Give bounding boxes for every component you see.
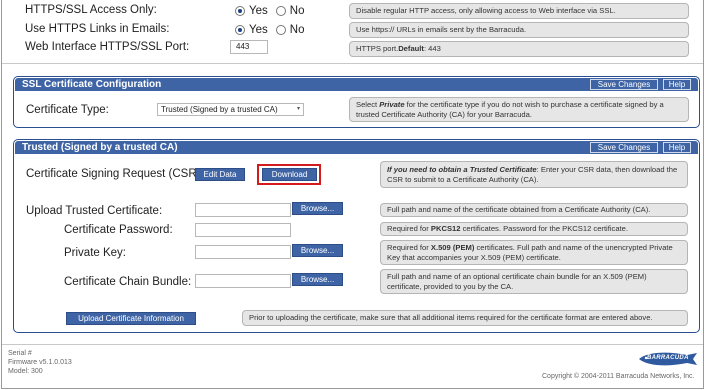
ssl-config-section: SSL Certificate Configuration Save Chang… xyxy=(13,76,700,128)
csr-label: Certificate Signing Request (CSR): xyxy=(26,168,204,180)
ssl-only-help: Disable regular HTTP access, only allowi… xyxy=(349,3,689,19)
barracuda-logo: BARRACUDA xyxy=(637,350,699,368)
upload-cert-help-text: Full path and name of the certificate ob… xyxy=(387,205,651,214)
ssl-only-help-text: Disable regular HTTP access, only allowi… xyxy=(356,6,616,15)
chain-bundle-input[interactable] xyxy=(195,274,291,288)
private-key-help-em: X.509 (PEM) xyxy=(430,242,475,252)
links-help-text: Use https:// URLs in emails sent by the … xyxy=(356,25,527,34)
logo-text: BARRACUDA xyxy=(647,355,689,361)
top-divider xyxy=(2,63,703,64)
links-no-label: No xyxy=(289,24,305,36)
csr-help-text: If you need to obtain a Trusted Certific… xyxy=(387,165,681,185)
port-label: Web Interface HTTPS/SSL Port: xyxy=(25,41,190,53)
port-help-prefix: HTTPS port. xyxy=(356,44,399,53)
cert-password-help-post: certificates. Password for the PKCS12 ce… xyxy=(460,224,629,233)
cert-password-help: Required for PKCS12 certificates. Passwo… xyxy=(380,222,688,236)
cert-type-help-em: Private xyxy=(379,99,405,109)
cert-type-help-pre: Select xyxy=(356,99,380,109)
upload-certificate-information-button[interactable]: Upload Certificate Information xyxy=(66,312,196,325)
chain-bundle-label: Certificate Chain Bundle: xyxy=(64,276,192,288)
port-input[interactable]: 443 xyxy=(230,40,268,54)
trusted-save-button[interactable]: Save Changes xyxy=(590,142,658,153)
links-help: Use https:// URLs in emails sent by the … xyxy=(349,22,689,38)
ssl-only-yes-radio[interactable] xyxy=(235,6,245,16)
copyright-text: Copyright © 2004-2011 Barracuda Networks… xyxy=(542,373,695,380)
private-key-help-text: Required for X.509 (PEM) certificates. F… xyxy=(387,243,681,263)
links-yes-label: Yes xyxy=(249,24,268,36)
upload-cert-input[interactable] xyxy=(195,203,291,217)
port-help-default: Default xyxy=(398,44,424,53)
cert-password-help-em: PKCS12 xyxy=(430,224,461,233)
serial-text: Serial # xyxy=(8,350,32,357)
download-button[interactable]: Download xyxy=(262,168,317,181)
links-yes-radio[interactable] xyxy=(235,25,245,35)
footer-divider xyxy=(2,344,703,345)
private-key-help-pre: Required for xyxy=(387,242,431,252)
ssl-only-no-label: No xyxy=(289,5,305,17)
private-key-input[interactable] xyxy=(195,245,291,259)
trusted-header: Trusted (Signed by a trusted CA) Save Ch… xyxy=(15,141,698,154)
chain-bundle-help: Full path and name of an optional certif… xyxy=(380,269,688,294)
cert-type-help-text: Select Private for the certificate type … xyxy=(356,100,682,120)
cert-password-input[interactable] xyxy=(195,223,291,237)
chevron-down-icon: ▾ xyxy=(296,106,300,112)
upload-info-help: Prior to uploading the certificate, make… xyxy=(242,310,688,326)
port-help: HTTPS port. Default: 443 xyxy=(349,41,689,57)
upload-cert-label: Upload Trusted Certificate: xyxy=(26,205,163,217)
chain-bundle-help-text: Full path and name of an optional certif… xyxy=(387,271,647,291)
chain-bundle-browse-button[interactable]: Browse... xyxy=(292,273,343,286)
private-key-help: Required for X.509 (PEM) certificates. F… xyxy=(380,240,688,265)
ssl-config-help-button[interactable]: Help xyxy=(663,79,691,90)
private-key-label: Private Key: xyxy=(64,247,126,259)
cert-type-label: Certificate Type: xyxy=(26,104,109,116)
links-no-radio[interactable] xyxy=(275,25,286,35)
ssl-only-no-radio[interactable] xyxy=(275,6,286,16)
page-frame: HTTPS/SSL Access Only: Yes No Disable re… xyxy=(1,0,704,389)
ssl-config-save-button[interactable]: Save Changes xyxy=(590,79,658,90)
ssl-config-title: SSL Certificate Configuration xyxy=(22,79,162,90)
cert-type-value: Trusted (Signed by a trusted CA) xyxy=(161,105,278,114)
ssl-only-label: HTTPS/SSL Access Only: xyxy=(25,4,157,16)
cert-password-help-pre: Required for xyxy=(387,224,431,233)
edit-data-button[interactable]: Edit Data xyxy=(195,168,245,181)
cert-type-help: Select Private for the certificate type … xyxy=(349,97,689,122)
ssl-config-header: SSL Certificate Configuration Save Chang… xyxy=(15,78,698,91)
ssl-only-yes-label: Yes xyxy=(249,5,268,17)
upload-cert-browse-button[interactable]: Browse... xyxy=(292,202,343,215)
private-key-browse-button[interactable]: Browse... xyxy=(292,244,343,257)
cert-password-help-text: Required for PKCS12 certificates. Passwo… xyxy=(387,224,628,234)
cert-type-select[interactable]: Trusted (Signed by a trusted CA) ▾ xyxy=(157,103,304,116)
ssl-only-radios: Yes No xyxy=(235,5,304,17)
model-text: Model: 300 xyxy=(8,368,43,375)
cert-password-label: Certificate Password: xyxy=(64,224,173,236)
trusted-section: Trusted (Signed by a trusted CA) Save Ch… xyxy=(13,139,700,333)
firmware-text: Firmware v5.1.0.013 xyxy=(8,359,72,366)
port-help-suffix: : 443 xyxy=(423,44,441,53)
upload-info-help-text: Prior to uploading the certificate, make… xyxy=(249,313,653,322)
csr-help-em: If you need to obtain a Trusted Certific… xyxy=(387,164,537,174)
upload-cert-help: Full path and name of the certificate ob… xyxy=(380,203,688,217)
trusted-help-button[interactable]: Help xyxy=(663,142,691,153)
links-radios: Yes No xyxy=(235,24,304,36)
links-label: Use HTTPS Links in Emails: xyxy=(25,23,170,35)
trusted-title: Trusted (Signed by a trusted CA) xyxy=(22,142,178,153)
csr-help: If you need to obtain a Trusted Certific… xyxy=(380,161,688,188)
